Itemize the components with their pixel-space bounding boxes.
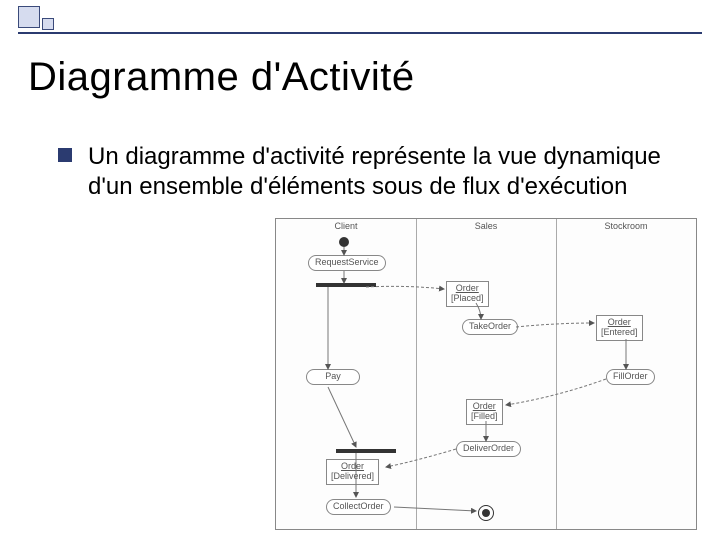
activity-diagram: Client Sales Stockroom RequestService Or… bbox=[275, 218, 697, 530]
slide-title: Diagramme d'Activité bbox=[28, 55, 415, 100]
activity-takeorder: TakeOrder bbox=[462, 319, 518, 335]
activity-collect: CollectOrder bbox=[326, 499, 391, 515]
slide-corner-deco bbox=[18, 6, 108, 26]
object-order-delivered: Order [Delivered] bbox=[326, 459, 379, 485]
fork-bar bbox=[316, 283, 376, 287]
activity-request: RequestService bbox=[308, 255, 386, 271]
final-node bbox=[478, 505, 494, 521]
slide-rule bbox=[18, 32, 702, 34]
bullet-icon bbox=[58, 148, 72, 162]
lane-client: Client bbox=[276, 221, 416, 231]
object-order-placed: Order [Placed] bbox=[446, 281, 489, 307]
join-bar bbox=[336, 449, 396, 453]
slide-body: Un diagramme d'activité représente la vu… bbox=[88, 142, 690, 202]
activity-deliver: DeliverOrder bbox=[456, 441, 521, 457]
object-order-filled: Order [Filled] bbox=[466, 399, 503, 425]
lane-stockroom: Stockroom bbox=[556, 221, 696, 231]
object-order-entered: Order [Entered] bbox=[596, 315, 643, 341]
activity-pay: Pay bbox=[306, 369, 360, 385]
activity-fillorder: FillOrder bbox=[606, 369, 655, 385]
initial-node bbox=[339, 237, 349, 247]
lane-sales: Sales bbox=[416, 221, 556, 231]
